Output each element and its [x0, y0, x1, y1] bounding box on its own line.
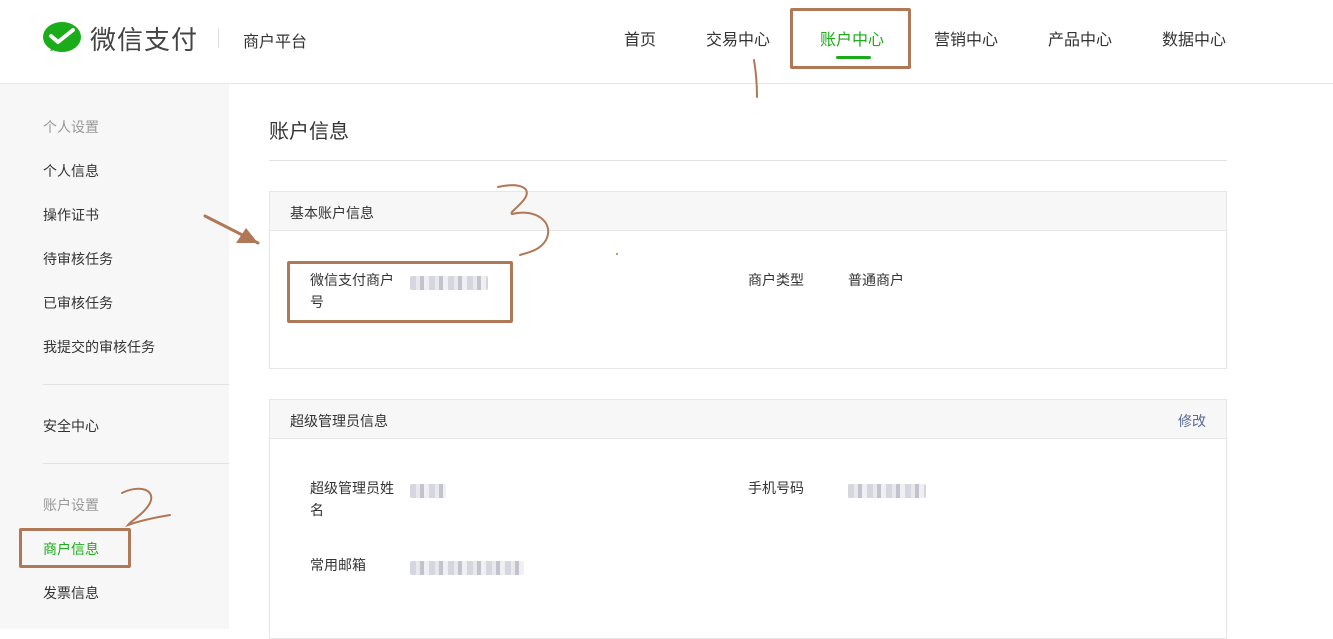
sidebar-item-certificate[interactable]: 操作证书: [43, 205, 99, 225]
brand-name: 微信支付: [90, 26, 199, 56]
email-value: [410, 561, 524, 575]
sidebar-item-my-submitted[interactable]: 我提交的审核任务: [43, 337, 155, 357]
panel-header: 基本账户信息: [270, 192, 1226, 231]
panel-header: 超级管理员信息 修改: [270, 400, 1226, 439]
sidebar-group-personal: 个人设置: [43, 120, 99, 136]
sidebar-item-security[interactable]: 安全中心: [43, 416, 99, 436]
admin-name-label: 超级管理员姓名: [310, 481, 394, 519]
sidebar-group-account: 账户设置: [43, 498, 99, 514]
title-divider: [269, 160, 1227, 161]
sidebar-item-pending-review[interactable]: 待审核任务: [43, 249, 113, 269]
email-label: 常用邮箱: [310, 558, 366, 574]
header-divider: [218, 28, 219, 48]
nav-product-center[interactable]: 产品中心: [1048, 26, 1112, 50]
super-admin-panel: 超级管理员信息 修改 超级管理员姓名 手机号码 常用邮箱: [269, 399, 1227, 639]
panel-title: 基本账户信息: [290, 206, 374, 222]
sidebar-item-personal-info[interactable]: 个人信息: [43, 161, 99, 181]
annotation-box-merchant-info: [19, 528, 131, 568]
wechat-pay-logo[interactable]: 微信支付: [42, 20, 198, 57]
annotation-box-account-center: [790, 8, 911, 69]
wechat-pay-logo-icon: [43, 21, 81, 52]
admin-name-value: [410, 484, 446, 498]
sidebar-divider: [43, 463, 229, 464]
panel-title: 超级管理员信息: [290, 414, 388, 430]
nav-transaction-center[interactable]: 交易中心: [706, 26, 770, 50]
page-title: 账户信息: [269, 119, 349, 143]
top-navigation-bar: 微信支付 商户平台 首页 交易中心 账户中心 营销中心 产品中心 数据中心: [0, 0, 1333, 84]
nav-data-center[interactable]: 数据中心: [1162, 26, 1226, 50]
annotation-box-merchant-id: [287, 261, 513, 323]
nav-marketing-center[interactable]: 营销中心: [934, 26, 998, 50]
nav-home[interactable]: 首页: [624, 26, 656, 50]
phone-label: 手机号码: [748, 481, 804, 497]
merchant-type-label: 商户类型: [748, 273, 804, 289]
sidebar-item-reviewed[interactable]: 已审核任务: [43, 293, 113, 313]
main-content: 账户信息 基本账户信息 微信支付商户号 商户类型 普通商户 超级管理员信息 修改…: [229, 84, 1333, 639]
sidebar-item-invoice-info[interactable]: 发票信息: [43, 583, 99, 603]
edit-link[interactable]: 修改: [1178, 411, 1206, 431]
phone-value: [848, 484, 926, 498]
sidebar-divider: [43, 384, 229, 385]
merchant-type-value: 普通商户: [848, 273, 904, 289]
platform-title: 商户平台: [243, 32, 308, 51]
